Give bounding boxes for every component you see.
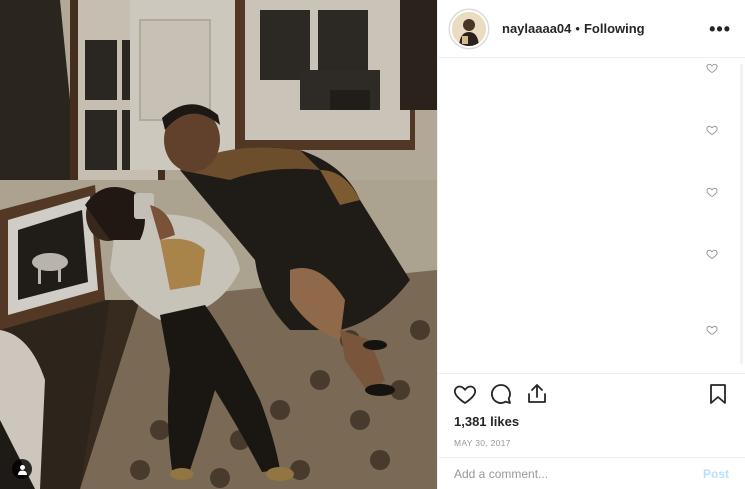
comment-input[interactable] xyxy=(454,466,703,481)
post-sidebar: naylaaaa04 • Following ••• 1,381 likes M… xyxy=(437,0,745,489)
photo-image xyxy=(0,0,437,489)
likes-count[interactable]: 1,381 likes xyxy=(438,413,745,431)
post-header: naylaaaa04 • Following ••• xyxy=(438,0,745,58)
action-bar xyxy=(438,373,745,413)
avatar-image xyxy=(452,11,486,46)
post-comment-button[interactable]: Post xyxy=(703,467,729,481)
speech-bubble-icon xyxy=(491,383,511,404)
comments-list[interactable] xyxy=(438,58,745,373)
post-date[interactable]: MAY 30, 2017 xyxy=(438,431,745,457)
user-silhouette-icon xyxy=(17,464,27,475)
share-button[interactable] xyxy=(524,381,550,407)
comment-form: Post xyxy=(438,457,745,489)
comment-like-heart-icon[interactable] xyxy=(706,186,718,198)
save-button[interactable] xyxy=(705,381,731,407)
comment-like-heart-icon[interactable] xyxy=(706,324,718,336)
like-button[interactable] xyxy=(452,381,478,407)
header-separator: • xyxy=(575,21,580,36)
more-options-button[interactable]: ••• xyxy=(709,20,731,38)
comments-scrollbar[interactable] xyxy=(740,64,743,364)
user-tag-icon[interactable] xyxy=(12,459,32,479)
bookmark-icon xyxy=(710,383,726,404)
avatar[interactable] xyxy=(450,9,488,48)
share-arrow-icon xyxy=(528,383,546,403)
comment-like-heart-icon[interactable] xyxy=(706,248,718,260)
instagram-post: naylaaaa04 • Following ••• 1,381 likes M… xyxy=(0,0,745,489)
comment-like-heart-icon[interactable] xyxy=(706,62,718,74)
comment-like-heart-icon[interactable] xyxy=(706,124,718,136)
heart-outline-icon xyxy=(453,385,477,404)
post-photo[interactable] xyxy=(0,0,437,489)
username-link[interactable]: naylaaaa04 xyxy=(502,21,571,36)
following-button[interactable]: Following xyxy=(584,21,645,36)
comment-button[interactable] xyxy=(488,381,514,407)
